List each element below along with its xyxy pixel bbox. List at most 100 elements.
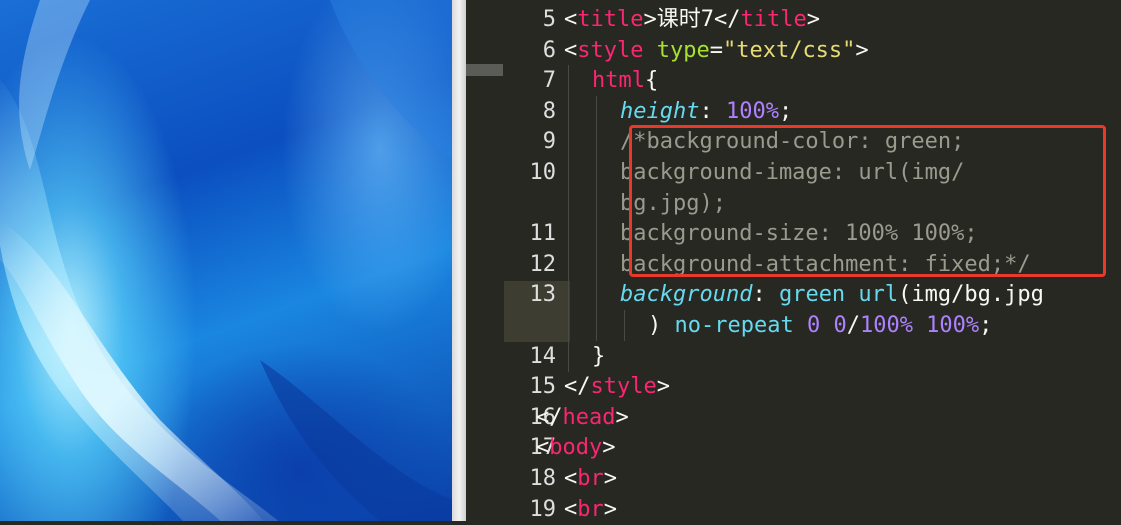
indent-guide [568, 310, 569, 341]
code-line[interactable]: 17 <body> [504, 432, 1121, 463]
code-token: title [577, 7, 644, 32]
code-token: background [620, 282, 753, 308]
code-token: head [562, 404, 616, 430]
code-token: ; [778, 98, 793, 124]
code-token: > [855, 37, 869, 63]
line-number: 15 [529, 374, 557, 400]
code-line[interactable]: 15 </style> [504, 371, 1121, 402]
code-token: } [592, 343, 606, 369]
code-token: ; [979, 313, 993, 338]
code-line[interactable]: 14} [504, 340, 1121, 372]
code-text: <title>课时7</title> [564, 4, 820, 35]
code-token: > [643, 7, 657, 32]
code-text: html{ [592, 65, 658, 96]
code-text: </style> [564, 371, 670, 402]
code-line[interactable]: 6 <style type="text/css"> [504, 35, 1121, 66]
code-token: < [564, 496, 578, 522]
code-token: br [577, 496, 604, 522]
code-line[interactable]: 5 <title>课时7</title> [504, 4, 1121, 35]
code-token: { [644, 68, 659, 94]
indent-guide [568, 65, 569, 97]
code-line[interactable]: 7 html{ [504, 65, 1121, 97]
line-number: 14 [529, 343, 557, 369]
code-token: html [592, 68, 645, 94]
browser-preview-pane [0, 0, 452, 521]
indent-guide [596, 126, 597, 158]
code-line[interactable]: ) no-repeat 0 0/100% 100%; [504, 310, 1121, 341]
code-token: : [699, 98, 726, 124]
scroll-marker[interactable] [466, 64, 503, 76]
code-token: body [549, 435, 603, 461]
indent-guide [596, 310, 597, 341]
code-token: (img/bg.jpg [898, 282, 1044, 308]
code-token: "text/css" [722, 37, 856, 63]
indent-guide [596, 157, 597, 188]
code-text: <body> [536, 432, 615, 463]
code-token: height [620, 98, 700, 124]
code-token: 100% [725, 98, 779, 124]
code-token: = [709, 37, 723, 63]
indent-guide [568, 248, 569, 280]
code-line[interactable]: 18 <br> [504, 463, 1121, 494]
line-number: 12 [529, 251, 557, 277]
code-token: style [577, 37, 644, 63]
indent-guide [568, 95, 569, 127]
indent-guide [568, 340, 569, 372]
indent-guide [596, 95, 597, 127]
code-token: 课时7 [656, 7, 714, 32]
code-token: > [603, 466, 617, 491]
code-token: type [656, 37, 710, 63]
code-text: </head> [536, 402, 629, 433]
code-token: : [752, 282, 779, 308]
line-number: 11 [529, 221, 557, 247]
code-line[interactable]: 8 height: 100%; [504, 95, 1121, 127]
code-token: </ [564, 374, 591, 400]
code-text: <br> [564, 463, 617, 494]
indent-guide [596, 218, 597, 250]
line-number: 6 [542, 37, 556, 63]
code-token: > [603, 496, 617, 522]
code-text: background: green url(img/bg.jpg [620, 279, 1044, 310]
code-token: title [740, 7, 807, 32]
code-token: < [564, 37, 578, 63]
code-token: / [846, 313, 860, 338]
indent-guide [568, 157, 569, 188]
indent-guide [596, 279, 597, 311]
code-token: < [564, 466, 578, 491]
wallpaper-swirls [0, 0, 452, 521]
line-number: 9 [542, 129, 556, 155]
code-token: < [536, 435, 550, 461]
code-token: no-repeat [674, 313, 807, 338]
code-token: </ [713, 7, 741, 32]
pane-divider[interactable] [452, 0, 466, 521]
indent-guide [596, 187, 597, 219]
code-token: > [656, 374, 670, 400]
code-text: } [592, 341, 605, 372]
code-token: > [806, 7, 820, 32]
code-token: br [577, 466, 604, 491]
code-token: ) [648, 313, 675, 338]
code-token: 100% 100% [859, 313, 980, 338]
line-number: 5 [542, 7, 556, 32]
annotation-highlight-box [629, 125, 1106, 277]
indent-guide [568, 218, 569, 250]
code-token: > [615, 404, 629, 430]
indent-guide [596, 248, 597, 280]
line-number: 13 [529, 282, 557, 308]
indent-guide [568, 279, 569, 311]
indent-guide [568, 187, 569, 219]
code-text: <style type="text/css"> [564, 35, 869, 66]
code-line[interactable]: 13 background: green url(img/bg.jpg [504, 279, 1121, 311]
code-line[interactable]: 16 </head> [504, 402, 1121, 433]
code-token: green url [778, 282, 899, 308]
line-number: 18 [529, 466, 557, 491]
line-number: 19 [529, 496, 557, 522]
code-token: style [590, 374, 657, 400]
line-number: 10 [529, 160, 557, 185]
code-line[interactable]: 19 <br> [504, 494, 1121, 525]
indent-guide [624, 310, 625, 341]
code-text: ) no-repeat 0 0/100% 100%; [648, 310, 992, 341]
code-token: </ [536, 404, 563, 430]
line-number: 7 [542, 68, 556, 94]
